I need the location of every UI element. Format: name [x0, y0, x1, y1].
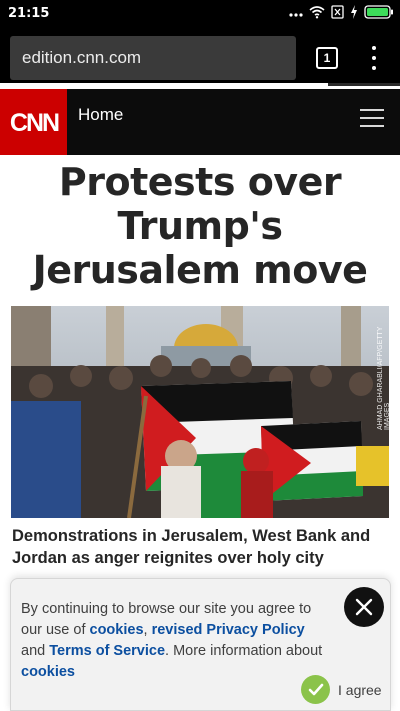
- close-cookie-banner-button[interactable]: [344, 587, 384, 627]
- sim-off-icon: [331, 5, 344, 19]
- terms-of-service-link[interactable]: Terms of Service: [49, 643, 165, 659]
- svg-text:CNN: CNN: [9, 109, 58, 137]
- hamburger-menu-icon[interactable]: [360, 109, 384, 127]
- charging-icon: [351, 5, 357, 19]
- tab-switcher-button[interactable]: 1: [316, 47, 338, 69]
- status-time: 21:15: [8, 6, 50, 21]
- wifi-icon: [309, 6, 325, 19]
- status-bar: 21:15: [0, 0, 400, 28]
- hero-image[interactable]: AHMAD GHARABLI/AFP/GETTY IMAGES: [11, 306, 389, 518]
- cookie-text-part: . More information about: [165, 643, 323, 659]
- privacy-policy-link[interactable]: revised Privacy Policy: [152, 622, 305, 638]
- protest-photo: [11, 306, 389, 518]
- cnn-logo-mark: CNN: [9, 109, 60, 137]
- cookie-text-part: ,: [143, 622, 152, 638]
- more-dots-icon: [289, 13, 303, 17]
- cookie-consent-text: By continuing to browse our site you agr…: [21, 599, 331, 683]
- checkmark-icon: [301, 675, 330, 704]
- page-headline[interactable]: Protests over Trump's Jerusalem move: [12, 160, 388, 292]
- cookies-info-link[interactable]: cookies: [21, 664, 75, 680]
- agree-button[interactable]: I agree: [301, 675, 382, 704]
- battery-icon: [364, 5, 393, 19]
- cookie-text-part: and: [21, 643, 50, 659]
- browser-menu-icon[interactable]: [368, 44, 380, 72]
- browser-toolbar: edition.cnn.com 1: [0, 28, 400, 86]
- url-field[interactable]: edition.cnn.com: [10, 36, 296, 80]
- nav-home-link[interactable]: Home: [78, 105, 123, 125]
- page-load-progress-fill: [0, 83, 328, 86]
- image-credit: AHMAD GHARABLI/AFP/GETTY IMAGES: [377, 326, 389, 430]
- page-load-progress: [0, 83, 400, 86]
- site-header: CNN Home: [0, 89, 400, 155]
- cookies-link[interactable]: cookies: [90, 622, 144, 638]
- close-icon: [355, 598, 373, 616]
- cookie-consent-banner: By continuing to browse our site you agr…: [10, 578, 391, 711]
- status-icons: [289, 5, 394, 19]
- agree-label: I agree: [338, 681, 382, 698]
- cnn-logo[interactable]: CNN: [0, 89, 67, 155]
- story-title-link[interactable]: Demonstrations in Jerusalem, West Bank a…: [12, 525, 390, 569]
